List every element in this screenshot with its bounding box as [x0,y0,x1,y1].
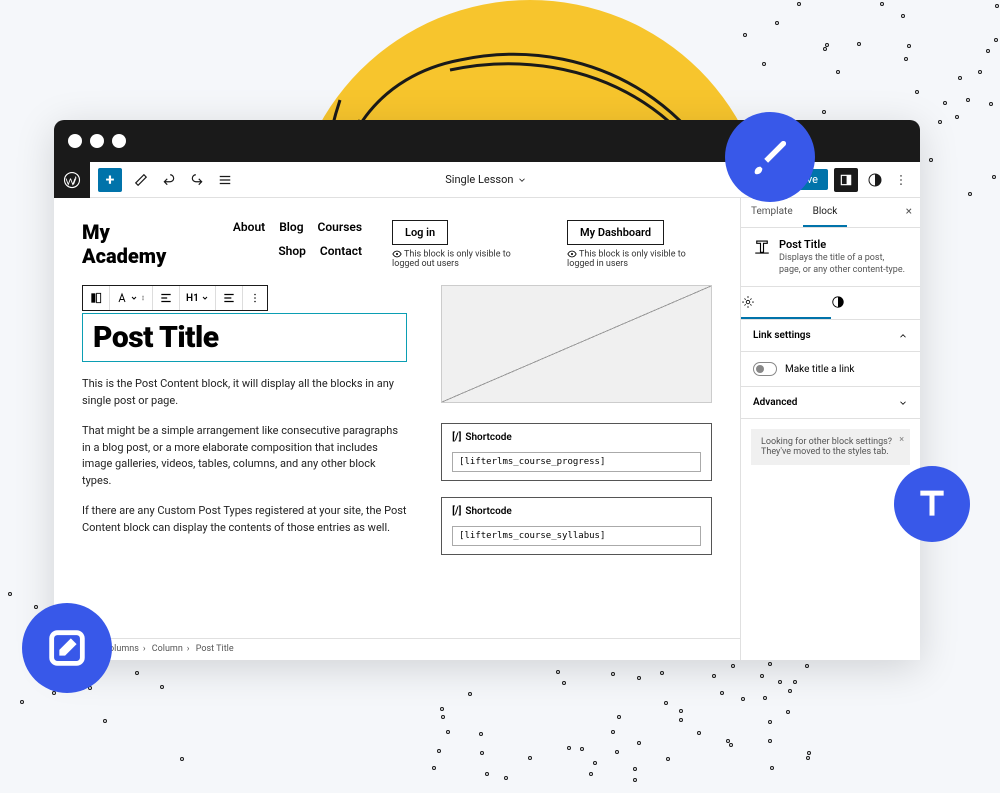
chevron-down-icon [201,294,209,302]
browser-window: + Single Lesson View Save [54,120,920,660]
paragraph-block[interactable]: If there are any Custom Post Types regis… [82,503,407,536]
link-settings-panel[interactable]: Link settings [741,320,920,352]
settings-panel-toggle[interactable] [834,168,858,192]
visibility-note: This block is only visible to logged out… [392,249,537,269]
styles-subtab[interactable] [831,287,921,319]
window-control[interactable] [112,134,126,148]
dashboard-button[interactable]: My Dashboard [567,220,664,245]
nav-item[interactable]: Shop [278,244,306,258]
align-icon[interactable] [153,286,180,310]
wordpress-logo[interactable] [54,162,90,198]
nav-item[interactable]: About [233,220,265,234]
image-placeholder[interactable] [441,285,712,403]
breadcrumb-item[interactable]: Column [152,644,183,654]
shortcode-input[interactable] [452,452,701,472]
make-link-toggle[interactable] [753,362,777,376]
nav-item[interactable]: Contact [320,244,362,258]
site-title[interactable]: My Academy [82,220,182,268]
add-block-button[interactable]: + [98,168,122,192]
close-icon[interactable]: × [906,204,912,218]
close-icon[interactable]: × [899,435,904,445]
shortcode-icon: [/] [452,506,461,517]
text-style-icon[interactable] [110,286,153,310]
post-title-block[interactable]: Post Title [82,313,407,362]
chevron-down-icon [517,175,527,185]
paragraph-block[interactable]: That might be a simple arrangement like … [82,423,407,489]
shortcode-block[interactable]: [/] Shortcode [441,423,712,481]
block-breadcrumb: Group› Columns› Column› Post Title [54,638,740,660]
gear-icon [741,295,755,309]
block-description: Displays the title of a post, page, or a… [779,253,908,276]
styles-toggle[interactable] [864,169,886,191]
block-more-icon[interactable] [243,286,267,310]
shortcode-block[interactable]: [/] Shortcode [441,497,712,555]
contrast-icon [831,295,845,309]
sidebar-notice: Looking for other block settings? They'v… [751,429,910,465]
post-title-block-icon [753,238,771,256]
edit-icon-badge [22,603,112,693]
login-button[interactable]: Log in [392,220,448,245]
settings-sidebar: Template Block × Post Title Displays the… [740,198,920,660]
block-toolbar: H1 [82,285,268,311]
toggle-label: Make title a link [785,364,855,375]
template-selector[interactable]: Single Lesson [445,173,527,186]
window-control[interactable] [68,134,82,148]
block-type-icon[interactable] [83,286,110,310]
editor-canvas: My Academy About Blog Courses Shop Conta… [54,198,740,660]
chevron-down-icon [130,294,138,302]
text-icon-badge [894,466,970,542]
redo-icon[interactable] [188,171,206,189]
brush-icon-badge [725,112,815,202]
text-align-icon[interactable] [216,286,243,310]
settings-subtab[interactable] [741,287,831,319]
edit-tool-icon[interactable] [132,171,150,189]
block-name: Post Title [779,238,908,251]
visibility-note: This block is only visible to logged in … [567,249,712,269]
heading-level[interactable]: H1 [180,286,216,310]
nav-item[interactable]: Blog [279,220,303,234]
post-title-text: Post Title [93,320,396,355]
eye-icon [392,249,402,259]
list-view-icon[interactable] [216,171,234,189]
shortcode-icon: [/] [452,432,461,443]
chevron-up-icon [898,331,908,341]
nav-item[interactable]: Courses [318,220,362,234]
shortcode-input[interactable] [452,526,701,546]
eye-icon [567,249,577,259]
window-control[interactable] [90,134,104,148]
paragraph-block[interactable]: This is the Post Content block, it will … [82,376,407,409]
advanced-panel[interactable]: Advanced [741,387,920,419]
tab-block[interactable]: Block [803,198,848,227]
undo-icon[interactable] [160,171,178,189]
chevron-down-icon [898,398,908,408]
breadcrumb-item[interactable]: Post Title [196,644,234,654]
site-nav: About Blog Courses Shop Contact [212,220,362,258]
more-menu-icon[interactable] [892,171,910,189]
tab-template[interactable]: Template [741,198,803,227]
